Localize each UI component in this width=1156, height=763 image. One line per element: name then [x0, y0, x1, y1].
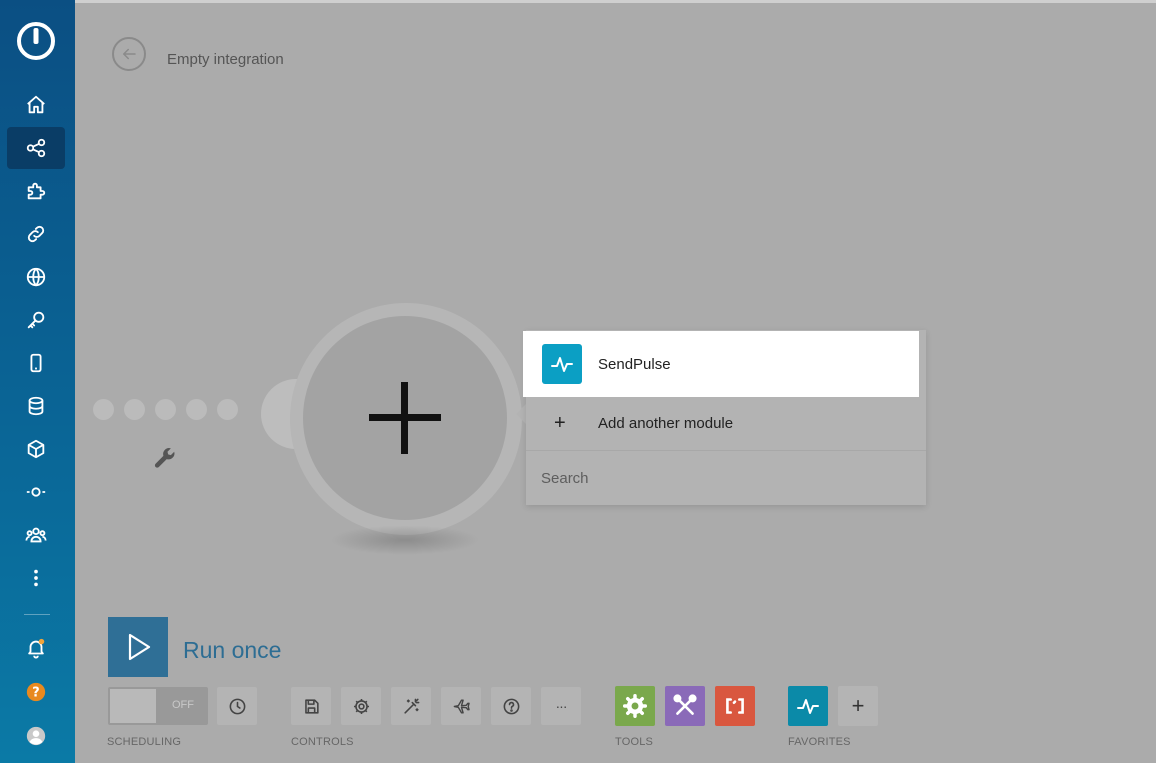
sidebar-item-scenarios[interactable]	[7, 127, 65, 169]
bell-icon	[28, 638, 45, 659]
avatar-icon	[26, 726, 46, 746]
share-nodes-icon	[26, 138, 46, 158]
sidebar-item-datastores[interactable]	[7, 385, 65, 427]
brackets-icon	[726, 698, 744, 714]
mobile-icon	[30, 353, 42, 373]
tools-crossed-icon	[673, 694, 697, 715]
top-border	[0, 0, 1156, 3]
toggle-knob	[110, 689, 156, 723]
add-another-module-label: Add another module	[598, 414, 734, 432]
more-horizontal-icon: ···	[555, 698, 568, 714]
more-vertical-icon	[34, 569, 38, 587]
run-once-button[interactable]	[108, 617, 168, 677]
wrench-icon[interactable]	[152, 445, 178, 471]
sidebar-item-help[interactable]: ?	[7, 671, 65, 713]
search-input[interactable]	[526, 452, 926, 504]
scheduling-label: SCHEDULING	[107, 736, 182, 748]
flow-control-tools-button[interactable]	[665, 686, 705, 726]
sidebar-item-data-structures[interactable]	[7, 428, 65, 470]
plus-icon	[369, 382, 441, 454]
sendpulse-icon	[797, 699, 819, 714]
connection-dot	[124, 399, 145, 420]
question-icon	[503, 698, 519, 714]
sidebar: ?	[0, 0, 75, 763]
sidebar-divider	[24, 614, 50, 615]
users-icon	[25, 527, 47, 543]
gear-icon	[622, 693, 648, 719]
svg-text:?: ?	[32, 686, 39, 701]
sidebar-item-connections[interactable]	[7, 213, 65, 255]
sidebar-item-notifications[interactable]	[7, 627, 65, 669]
connection-dot	[186, 399, 207, 420]
flow-control-button[interactable]	[441, 687, 481, 725]
connection-dot	[217, 399, 238, 420]
scenario-settings-button[interactable]	[341, 687, 381, 725]
auto-align-button[interactable]	[391, 687, 431, 725]
help-icon: ?	[26, 682, 46, 702]
add-favorite-button[interactable]: +	[838, 686, 878, 726]
popup-caret	[516, 404, 526, 424]
controls-label: CONTROLS	[291, 736, 354, 748]
run-once-label[interactable]: Run once	[183, 637, 281, 664]
logo-icon[interactable]	[15, 20, 57, 62]
more-controls-button[interactable]: ···	[541, 687, 581, 725]
arrow-left-icon	[123, 48, 136, 60]
play-icon	[128, 633, 151, 661]
clock-icon	[229, 698, 245, 714]
toggle-state: OFF	[172, 699, 194, 711]
gear-icon	[353, 698, 369, 714]
add-module-button[interactable]	[303, 316, 507, 520]
sidebar-item-home[interactable]	[7, 84, 65, 126]
page-title[interactable]: Empty integration	[167, 51, 284, 68]
save-icon	[304, 698, 319, 714]
key-icon	[27, 311, 45, 329]
sidebar-item-templates[interactable]	[7, 170, 65, 212]
sidebar-item-webhooks[interactable]	[7, 256, 65, 298]
globe-icon	[26, 267, 46, 287]
sidebar-item-team[interactable]	[7, 514, 65, 556]
sidebar-item-devices[interactable]	[7, 342, 65, 384]
tools-button[interactable]	[615, 686, 655, 726]
commit-icon	[26, 487, 46, 497]
database-icon	[28, 396, 44, 416]
cube-icon	[27, 439, 45, 459]
module-shadow	[330, 525, 480, 555]
link-icon	[27, 225, 45, 243]
save-button[interactable]	[291, 687, 331, 725]
popup-divider	[526, 450, 926, 451]
scheduling-toggle[interactable]: OFF	[108, 687, 208, 725]
tools-label: TOOLS	[615, 736, 654, 748]
connection-dot	[93, 399, 114, 420]
favorites-label: FAVORITES	[788, 736, 851, 748]
sidebar-item-custom-apps[interactable]	[7, 471, 65, 513]
add-another-module[interactable]: + Add another module	[526, 398, 926, 448]
text-parser-button[interactable]	[715, 686, 755, 726]
explain-flow-button[interactable]	[491, 687, 531, 725]
sendpulse-icon	[542, 344, 582, 384]
schedule-settings-button[interactable]	[217, 687, 257, 725]
connection-dot	[155, 399, 176, 420]
airplane-icon	[453, 698, 470, 714]
app-item-sendpulse[interactable]: SendPulse	[523, 331, 919, 397]
favorite-sendpulse-button[interactable]	[788, 686, 828, 726]
plus-icon: +	[554, 412, 566, 434]
home-icon	[27, 95, 45, 114]
sidebar-item-profile[interactable]	[7, 715, 65, 757]
magic-wand-icon	[403, 698, 419, 714]
sidebar-item-more[interactable]	[7, 557, 65, 599]
sidebar-item-keys[interactable]	[7, 299, 65, 341]
back-button[interactable]	[112, 37, 146, 71]
plus-icon: +	[851, 693, 865, 718]
connection-dots	[93, 399, 238, 420]
puzzle-icon	[27, 182, 46, 200]
app-item-label: SendPulse	[598, 355, 671, 373]
